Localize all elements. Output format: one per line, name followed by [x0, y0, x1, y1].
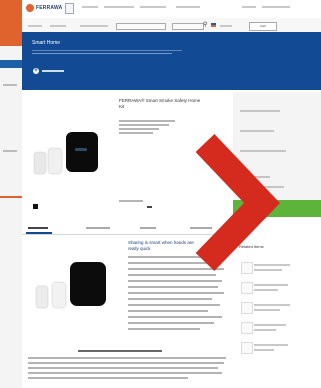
description-line [128, 304, 220, 306]
tab-specifications[interactable] [86, 227, 110, 229]
header-link[interactable] [176, 6, 200, 8]
related-item-link[interactable] [254, 349, 274, 351]
banner-divider [32, 50, 182, 51]
panel-line [240, 186, 284, 188]
header-link[interactable] [140, 6, 166, 8]
description-line [128, 292, 224, 294]
description-line [128, 268, 224, 270]
spec-line [119, 128, 159, 130]
related-item-thumb[interactable] [241, 302, 253, 314]
rating-mark [147, 206, 152, 208]
cart-button[interactable]: Cart [249, 22, 277, 31]
banner-subtitle-line [32, 53, 172, 54]
header-link[interactable] [82, 6, 98, 8]
related-item-link[interactable] [254, 289, 278, 291]
category-banner [22, 32, 321, 90]
related-item-link[interactable] [254, 344, 288, 346]
nav-item[interactable] [220, 25, 232, 27]
description-line [28, 367, 218, 369]
store-select[interactable] [172, 23, 204, 30]
description-title-line2: really quick [128, 246, 151, 251]
banner-link-line[interactable] [42, 70, 64, 72]
description-line [128, 262, 220, 264]
banner-title: Smart Home [32, 40, 61, 46]
left-window-strip [0, 0, 22, 388]
image-thumbnail[interactable] [33, 204, 38, 209]
description-line [28, 362, 224, 364]
badge-icon [65, 3, 74, 14]
panel-line [240, 110, 280, 112]
logo-text[interactable]: FERRAWA [36, 5, 62, 11]
tab-description[interactable] [28, 227, 48, 229]
left-window-line [3, 84, 17, 86]
related-item-thumb[interactable] [241, 282, 253, 294]
description-line [128, 316, 222, 318]
nav-item[interactable] [80, 25, 108, 27]
description-line [128, 274, 216, 276]
description-line [128, 280, 222, 282]
panel-line [240, 176, 270, 178]
description-image [35, 262, 106, 309]
related-item-link[interactable] [254, 304, 290, 306]
panel-line [240, 150, 286, 152]
related-item-link[interactable] [254, 324, 286, 326]
spec-line [119, 200, 143, 202]
left-window-divider [0, 196, 22, 198]
flag-icon[interactable] [211, 23, 216, 27]
tab-reviews[interactable] [140, 227, 156, 229]
product-title-line2: Kit [119, 104, 125, 109]
spec-line [119, 124, 169, 126]
description-line [128, 310, 208, 312]
logo-icon[interactable] [26, 4, 34, 12]
header-link[interactable] [242, 6, 256, 8]
spec-line [119, 120, 175, 122]
product-tabs [22, 222, 228, 235]
description-line [128, 298, 212, 300]
header-link[interactable] [262, 6, 290, 8]
search-icon[interactable]: ⚲ [203, 22, 208, 28]
nav-item[interactable] [50, 25, 66, 27]
related-item-thumb[interactable] [241, 322, 253, 334]
description-line [128, 322, 214, 324]
related-item-link[interactable] [254, 264, 290, 266]
add-icon[interactable]: + [33, 68, 39, 74]
tab-questions[interactable] [190, 227, 212, 229]
related-item-link[interactable] [254, 329, 276, 331]
left-window-accent [0, 0, 22, 46]
spec-line [119, 132, 153, 134]
add-to-cart-button[interactable] [233, 200, 321, 217]
tab-active-indicator [26, 232, 52, 234]
related-item-thumb[interactable] [241, 342, 253, 354]
related-item-link[interactable] [254, 309, 280, 311]
description-line [128, 328, 200, 330]
header-link[interactable] [104, 6, 134, 8]
product-image[interactable] [30, 118, 110, 188]
related-item-link[interactable] [254, 284, 288, 286]
description-line [128, 256, 224, 258]
sidebar-title: Related Items [239, 244, 264, 249]
panel-line [240, 130, 274, 132]
related-item-thumb[interactable] [241, 262, 253, 274]
related-item-link[interactable] [254, 269, 282, 271]
left-window-tab[interactable] [0, 60, 22, 68]
description-line [28, 357, 226, 359]
description-line [128, 286, 218, 288]
description-line [28, 377, 188, 379]
nav-item[interactable] [28, 25, 42, 27]
description-subheading [78, 350, 162, 352]
search-input[interactable] [116, 23, 166, 30]
description-line [28, 372, 222, 374]
left-window-line [3, 150, 17, 152]
